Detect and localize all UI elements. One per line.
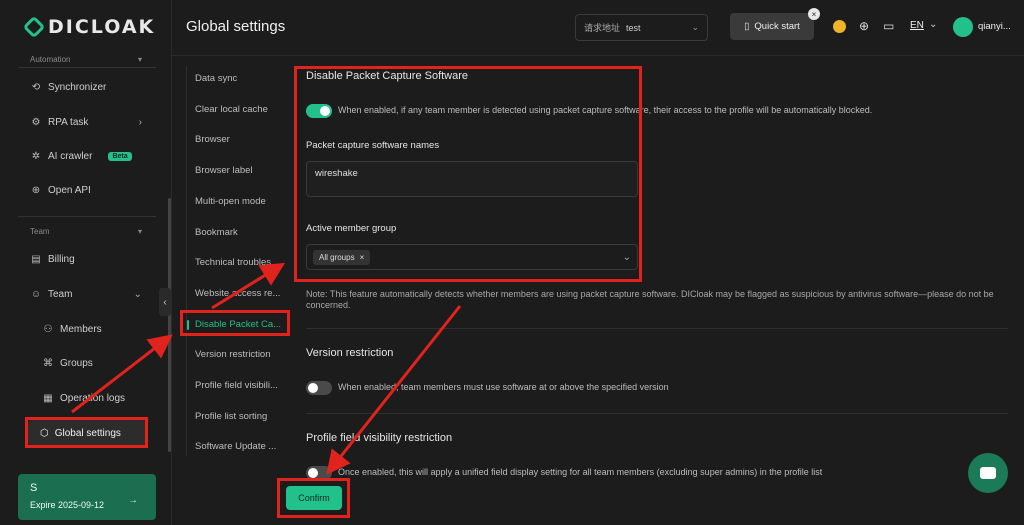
logo: DICLOAK xyxy=(22,15,156,39)
groups-icon: ⌘ xyxy=(43,357,53,369)
chevron-down-icon: ⌄ xyxy=(691,22,699,32)
team-section-header[interactable]: Team ▾ xyxy=(30,227,142,236)
sidebar-item-label: Members xyxy=(60,323,102,335)
annotation-box-packet-capture xyxy=(294,66,642,282)
avatar[interactable] xyxy=(953,17,973,37)
settings-nav-item[interactable]: Profile list sorting xyxy=(195,411,287,422)
sidebar-item-label: AI crawler xyxy=(48,150,93,162)
settings-nav-item[interactable]: Profile field visibili... xyxy=(195,380,287,391)
member-icon: ⚇ xyxy=(43,323,53,335)
chevron-right-icon: › xyxy=(138,116,142,128)
quick-start-button[interactable]: ▯ Quick start xyxy=(730,13,814,40)
team-header-label: Team xyxy=(30,227,50,236)
sidebar-item-label: Operation logs xyxy=(60,392,126,404)
version-restriction-description: When enabled, team members must use soft… xyxy=(338,382,669,392)
sidebar-item-synchronizer[interactable]: ⟲ Synchronizer xyxy=(30,78,107,96)
packet-capture-note: Note: This feature automatically detects… xyxy=(306,289,994,310)
chevron-down-icon[interactable]: ⌄ xyxy=(929,19,937,30)
upload-icon[interactable]: ⊕ xyxy=(859,19,869,33)
sidebar-item-billing[interactable]: ▤ Billing xyxy=(30,250,75,268)
beta-badge: Beta xyxy=(108,151,132,161)
settings-nav-item[interactable]: Software Update ... xyxy=(195,441,287,452)
sync-icon: ⟲ xyxy=(31,81,41,93)
close-quick-start-button[interactable]: × xyxy=(808,8,820,20)
chevron-down-icon: ▾ xyxy=(137,227,142,236)
chevron-down-icon: ⌄ xyxy=(133,288,142,300)
divider xyxy=(306,413,1008,414)
settings-nav-item[interactable]: Technical troubles... xyxy=(195,257,287,268)
logo-text: DICLOAK xyxy=(48,16,156,38)
chevron-left-icon: ‹ xyxy=(163,296,167,308)
request-address-value: test xyxy=(626,22,641,33)
sidebar-item-rpa-task[interactable]: ⚙ RPA task › xyxy=(30,113,142,131)
sidebar-item-label: Team xyxy=(48,288,73,300)
settings-nav-item[interactable]: Bookmark xyxy=(195,227,287,238)
api-icon: ⊕ xyxy=(31,184,41,196)
plan-card[interactable]: S Expire 2025-09-12 → xyxy=(18,474,156,520)
billing-icon: ▤ xyxy=(31,253,41,265)
language-selector[interactable]: EN xyxy=(910,20,924,31)
sidebar-item-label: RPA task xyxy=(48,116,89,128)
settings-nav-item[interactable]: Browser label xyxy=(195,165,287,176)
version-restriction-toggle[interactable] xyxy=(306,381,332,395)
bug-icon: ✲ xyxy=(31,150,41,162)
settings-nav-item[interactable]: Version restriction xyxy=(195,349,287,360)
sidebar-item-team[interactable]: ☺ Team ⌄ xyxy=(30,285,142,303)
settings-nav-border xyxy=(186,66,187,456)
divider xyxy=(306,328,1008,329)
settings-nav-item[interactable]: Multi-open mode xyxy=(195,196,287,207)
robot-icon: ⚙ xyxy=(31,116,41,128)
sidebar-item-members[interactable]: ⚇ Members xyxy=(42,320,102,338)
username[interactable]: qianyi... xyxy=(978,21,1011,32)
sidebar-item-groups[interactable]: ⌘ Groups xyxy=(42,354,93,372)
arrow-right-icon: → xyxy=(128,495,138,506)
chat-icon xyxy=(980,467,996,479)
coin-icon[interactable] xyxy=(833,20,846,33)
plan-letter: S xyxy=(30,482,38,494)
profile-field-title: Profile field visibility restriction xyxy=(306,432,453,444)
request-address-select[interactable]: 请求地址 test ⌄ xyxy=(575,14,708,41)
users-icon: ☺ xyxy=(30,288,42,300)
sidebar-scrollbar[interactable] xyxy=(168,198,171,452)
docs-icon[interactable]: ▭ xyxy=(883,19,894,33)
annotation-box-confirm xyxy=(277,478,350,518)
settings-nav-item[interactable]: Browser xyxy=(195,134,287,145)
chevron-down-icon: ▾ xyxy=(137,55,142,64)
logo-icon xyxy=(22,15,46,39)
settings-nav-item[interactable]: Clear local cache xyxy=(195,104,287,115)
request-address-label: 请求地址 xyxy=(584,23,621,33)
sidebar-item-ai-crawler[interactable]: ✲ AI crawler Beta xyxy=(30,147,132,165)
log-icon: ▦ xyxy=(43,392,53,404)
automation-header-label: Automation xyxy=(30,55,71,64)
version-restriction-title: Version restriction xyxy=(306,347,394,359)
sidebar-item-open-api[interactable]: ⊕ Open API xyxy=(30,181,91,199)
sidebar-item-label: Open API xyxy=(48,184,91,196)
chat-support-button[interactable] xyxy=(968,453,1008,493)
sidebar-item-label: Billing xyxy=(48,253,75,265)
header: Global settings 请求地址 test ⌄ ▯ Quick star… xyxy=(172,0,1024,56)
close-icon: × xyxy=(811,9,817,19)
quick-start-label: Quick start xyxy=(754,21,800,32)
sidebar-item-label: Groups xyxy=(60,357,93,369)
collapse-sidebar-button[interactable]: ‹ xyxy=(159,288,171,316)
profile-field-description: Once enabled, this will apply a unified … xyxy=(338,467,823,477)
divider xyxy=(18,216,156,217)
page-title: Global settings xyxy=(186,18,286,35)
annotation-box-nav-item xyxy=(180,310,290,336)
annotation-box-global-settings xyxy=(25,417,148,448)
settings-nav-item[interactable]: Website access re... xyxy=(195,288,287,299)
settings-nav-item[interactable]: Data sync xyxy=(195,73,287,84)
sidebar-item-label: Synchronizer xyxy=(48,81,107,93)
plan-expire-date: Expire 2025-09-12 xyxy=(30,500,105,510)
divider xyxy=(18,67,156,68)
sidebar-item-operation-logs[interactable]: ▦ Operation logs xyxy=(42,389,125,407)
automation-section-header[interactable]: Automation ▾ xyxy=(30,55,142,64)
book-icon: ▯ xyxy=(744,21,750,32)
app-window: DICLOAK Automation ▾ ⟲ Synchronizer ⚙ RP… xyxy=(0,0,1024,525)
